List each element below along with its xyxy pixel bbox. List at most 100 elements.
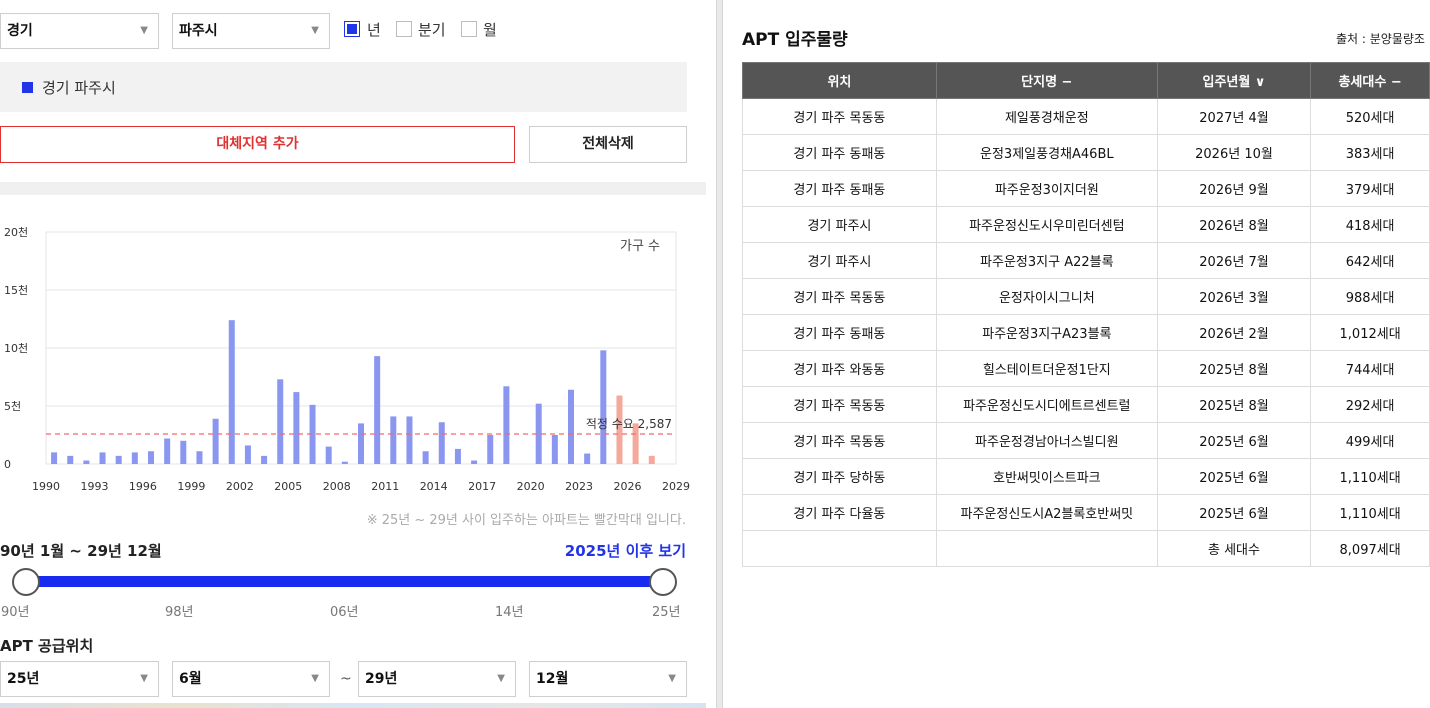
- period-month-checkbox[interactable]: [461, 21, 477, 37]
- range-slider-end-handle[interactable]: [649, 568, 677, 596]
- chevron-down-icon: ▼: [668, 673, 676, 684]
- y-tick-label: 0: [4, 458, 11, 471]
- series-label: 가구 수: [620, 239, 660, 254]
- apt-section-title: APT 입주물량: [742, 30, 848, 50]
- end-year-value: 29년: [365, 671, 398, 687]
- table-row[interactable]: 경기 파주 목동동 제일풍경채운정 2027년 4월 520세대: [742, 98, 1430, 135]
- chart-note: ※ 25년 ~ 29년 사이 입주하는 아파트는 빨간막대 입니다.: [366, 513, 686, 528]
- chart-bar: [600, 350, 607, 464]
- cell-complex: 호반써밋이스트파크: [935, 458, 1158, 495]
- cell-households: 379세대: [1310, 170, 1430, 207]
- selected-region-box: 경기 파주시: [0, 62, 687, 112]
- start-year-value: 25년: [7, 671, 40, 687]
- total-label: 총 세대수: [1156, 530, 1312, 567]
- chart-bar: [293, 392, 300, 464]
- cell-move-in: 2026년 3월: [1156, 278, 1312, 315]
- map-preview[interactable]: [0, 703, 706, 708]
- cell-complex: 제일풍경채운정: [935, 98, 1158, 135]
- table-row[interactable]: 경기 파주 동패동 파주운정3지구A23블록 2026년 2월 1,012세대: [742, 314, 1430, 351]
- cell-move-in: 2026년 9월: [1156, 170, 1312, 207]
- col-header-location[interactable]: 위치: [742, 62, 937, 99]
- cell-move-in: 2025년 6월: [1156, 494, 1312, 531]
- cell-location: 경기 파주 동패동: [742, 314, 937, 351]
- col-header-move-in[interactable]: 입주년월 ∨: [1156, 62, 1312, 99]
- cell-move-in: 2025년 8월: [1156, 350, 1312, 387]
- supply-bar-chart: 0 5천 10천 15천 20천 1990 1993 1996 1999 2002 2005 2008…: [4, 225, 690, 493]
- table-row[interactable]: 경기 파주 목동동 운정자이시그니처 2026년 3월 988세대: [742, 278, 1430, 315]
- period-quarter-checkbox[interactable]: [396, 21, 412, 37]
- chart-bar: [438, 422, 445, 464]
- chart-bar: [212, 418, 219, 464]
- period-year-checkbox[interactable]: [344, 21, 360, 37]
- empty-cell: [935, 530, 1158, 567]
- chart-bar: [180, 440, 187, 464]
- y-tick-label: 10천: [4, 341, 28, 355]
- province-select[interactable]: 경기 ▼: [0, 13, 159, 49]
- end-month-select[interactable]: 12월 ▼: [529, 661, 687, 697]
- table-row[interactable]: 경기 파주시 파주운정신도시우미린더센텀 2026년 8월 418세대: [742, 206, 1430, 243]
- cell-move-in: 2025년 6월: [1156, 422, 1312, 459]
- cell-complex: 파주운정3지구A23블록: [935, 314, 1158, 351]
- table-header-row: 위치 단지명 − 입주년월 ∨ 총세대수 −: [742, 62, 1430, 99]
- view-after-2025-link[interactable]: 2025년 이후 보기: [565, 540, 686, 561]
- table-row[interactable]: 경기 파주 동패동 운정3제일풍경채A46BL 2026년 10월 383세대: [742, 134, 1430, 171]
- x-tick-label: 2023: [565, 480, 593, 493]
- cell-location: 경기 파주 목동동: [742, 278, 937, 315]
- table-row[interactable]: 경기 파주 목동동 파주운정경남아너스빌디원 2025년 6월 499세대: [742, 422, 1430, 459]
- col-header-households[interactable]: 총세대수 −: [1310, 62, 1430, 99]
- supply-location-title: APT 공급위치: [0, 637, 94, 655]
- chart-bar: [551, 435, 558, 464]
- chart-bar: [67, 455, 74, 464]
- range-slider-start-handle[interactable]: [12, 568, 40, 596]
- x-tick-label: 1993: [80, 480, 108, 493]
- chart-bar: [164, 438, 171, 464]
- total-value: 8,097세대: [1310, 530, 1430, 567]
- table-row[interactable]: 경기 파주 와동동 힐스테이트더운정1단지 2025년 8월 744세대: [742, 350, 1430, 387]
- delete-all-button[interactable]: 전체삭제: [529, 126, 687, 163]
- selected-region-label[interactable]: 경기 파주시: [42, 77, 116, 98]
- range-slider-track[interactable]: [26, 576, 664, 587]
- chart-bar: [131, 452, 138, 464]
- y-tick-label: 20천: [4, 225, 28, 239]
- cell-households: 1,110세대: [1310, 494, 1430, 531]
- cell-complex: 운정자이시그니처: [935, 278, 1158, 315]
- chart-bar: [487, 435, 494, 464]
- end-month-value: 12월: [536, 671, 569, 687]
- table-row[interactable]: 경기 파주 다율동 파주운정신도시A2블록호반써밋 2025년 6월 1,110세대: [742, 494, 1430, 531]
- province-select-value: 경기: [7, 23, 33, 39]
- table-row[interactable]: 경기 파주 목동동 파주운정신도시디에트르센트럴 2025년 8월 292세대: [742, 386, 1430, 423]
- cell-complex: 파주운정3지구 A22블록: [935, 242, 1158, 279]
- chevron-down-icon: ▼: [140, 25, 148, 36]
- table-row[interactable]: 경기 파주 동패동 파주운정3이지더원 2026년 9월 379세대: [742, 170, 1430, 207]
- chart-bar: [148, 451, 154, 464]
- start-month-select[interactable]: 6월 ▼: [172, 661, 330, 697]
- col-header-complex[interactable]: 단지명 −: [935, 62, 1158, 99]
- start-month-value: 6월: [179, 671, 202, 687]
- start-year-select[interactable]: 25년 ▼: [0, 661, 159, 697]
- x-tick-label: 2002: [226, 480, 254, 493]
- chart-bar: [648, 455, 655, 464]
- chevron-down-icon: ▼: [140, 673, 148, 684]
- table-total-row: 총 세대수 8,097세대: [742, 530, 1430, 567]
- chart-bar: [568, 389, 574, 464]
- range-tick: 25년: [652, 605, 681, 620]
- city-select[interactable]: 파주시 ▼: [172, 13, 330, 49]
- period-year-label: 년: [367, 21, 381, 39]
- chart-bar: [503, 386, 510, 464]
- table-row[interactable]: 경기 파주 당하동 호반써밋이스트파크 2025년 6월 1,110세대: [742, 458, 1430, 495]
- x-tick-label: 2026: [614, 480, 642, 493]
- cell-location: 경기 파주 당하동: [742, 458, 937, 495]
- cell-move-in: 2026년 7월: [1156, 242, 1312, 279]
- end-year-select[interactable]: 29년 ▼: [358, 661, 516, 697]
- table-row[interactable]: 경기 파주시 파주운정3지구 A22블록 2026년 7월 642세대: [742, 242, 1430, 279]
- cell-location: 경기 파주 목동동: [742, 98, 937, 135]
- add-region-button[interactable]: 대체지역 추가: [0, 126, 515, 163]
- y-tick-label: 5천: [4, 399, 21, 413]
- apt-table: 위치 단지명 − 입주년월 ∨ 총세대수 − 경기 파주 목동동 제일풍경채운정 2…: [742, 62, 1430, 567]
- panel-divider[interactable]: [716, 0, 723, 708]
- y-tick-label: 15천: [4, 283, 28, 297]
- range-tick: 98년: [165, 605, 194, 620]
- x-tick-label: 1999: [177, 480, 205, 493]
- chevron-down-icon: ▼: [311, 25, 319, 36]
- cell-households: 1,012세대: [1310, 314, 1430, 351]
